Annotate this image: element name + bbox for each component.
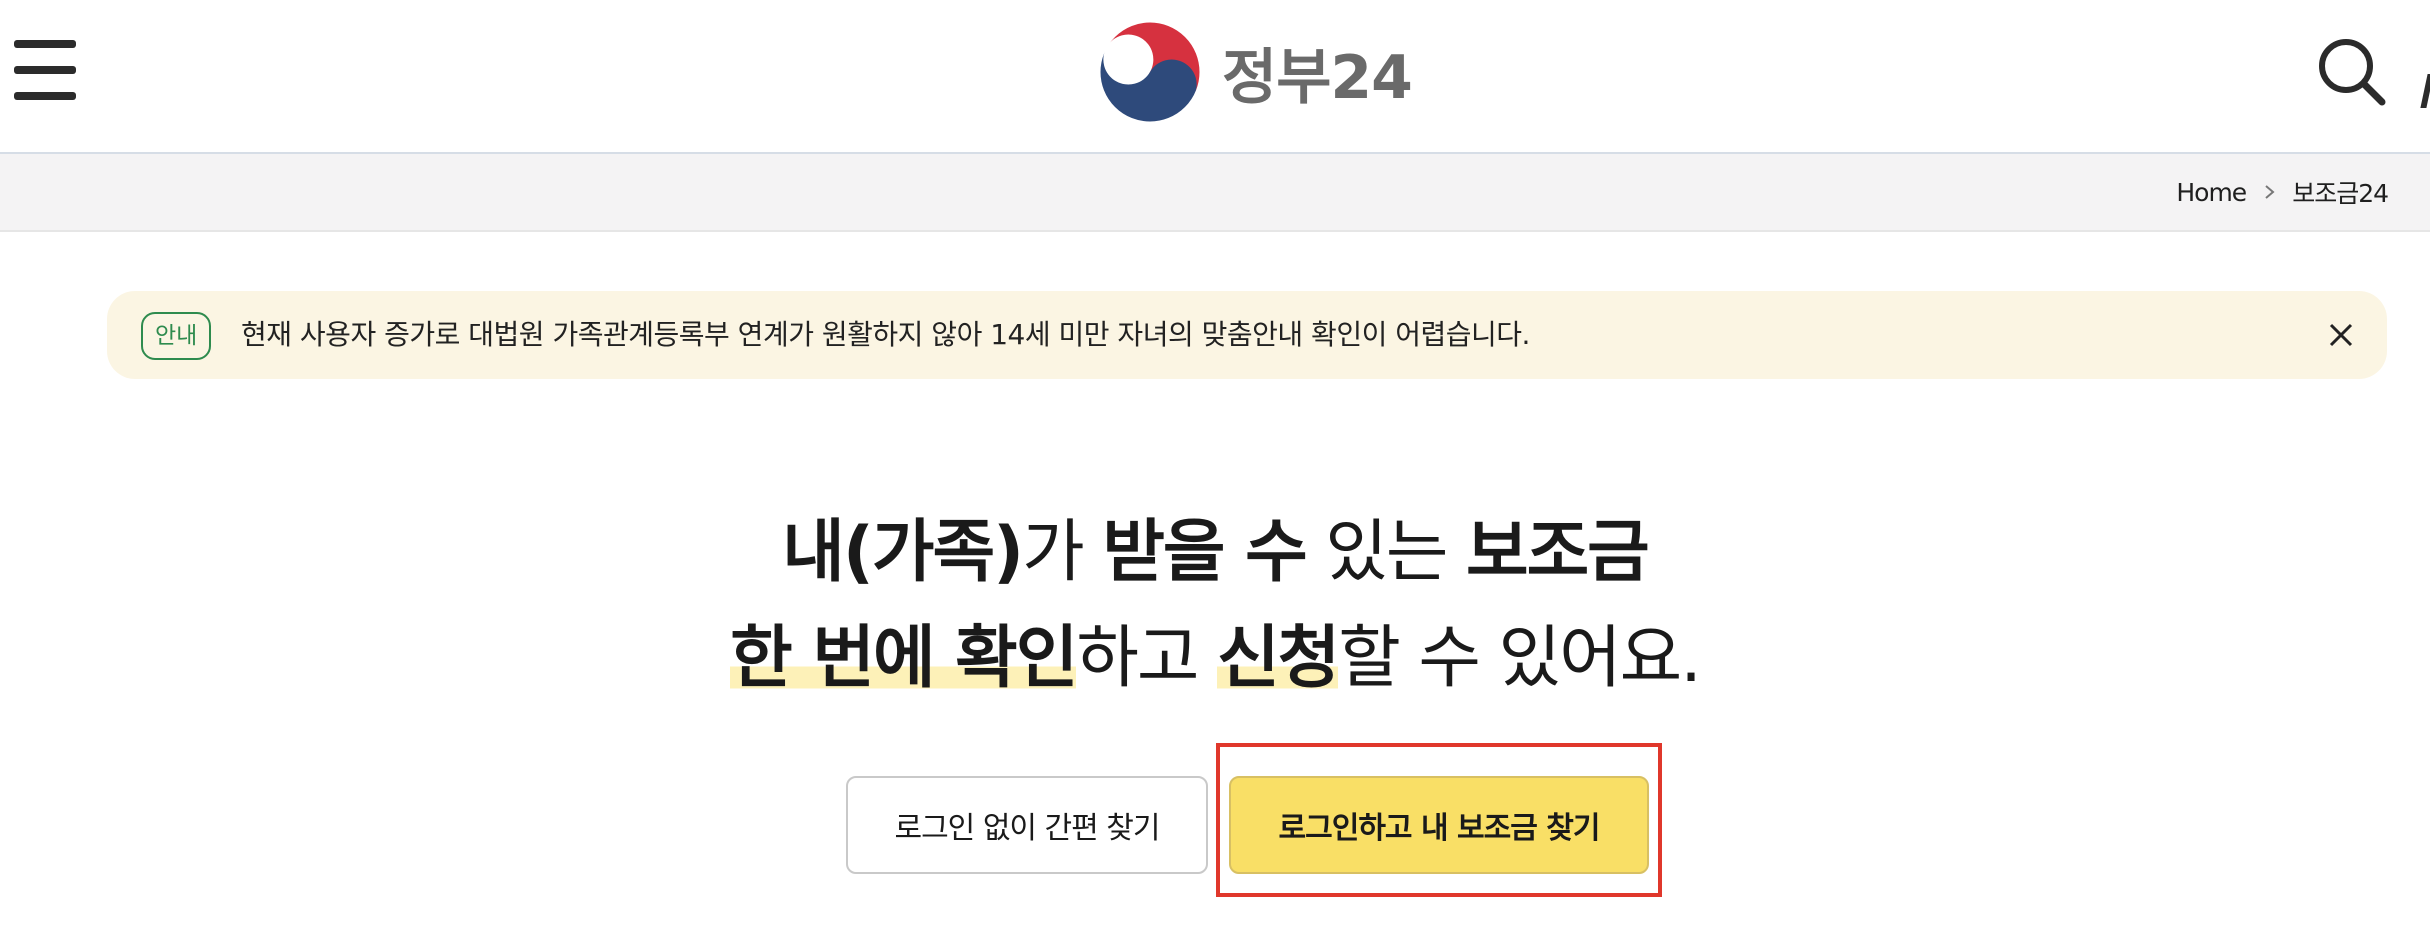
headline-emphasis: 보조금 [1466, 513, 1650, 592]
headline-highlight: 신청 [1217, 619, 1340, 698]
search-icon[interactable] [2316, 36, 2388, 108]
headline-emphasis: 내(가족) [782, 513, 1024, 592]
breadcrumb-home-link[interactable]: Home [2176, 178, 2247, 207]
login-search-button[interactable]: 로그인하고 내 보조금 찾기 [1229, 776, 1649, 874]
headline-text: 있는 [1305, 513, 1467, 592]
headline-line-1: 내(가족)가 받을 수 있는 보조금 [0, 500, 2430, 606]
site-header: 정부24 [0, 0, 2430, 154]
headline-emphasis: 받을 수 [1102, 513, 1307, 592]
gov24-logo[interactable]: 정부24 [1098, 20, 1413, 124]
logo-text: 정부24 [1222, 42, 1413, 113]
breadcrumb-current[interactable]: 보조금24 [2292, 174, 2389, 210]
notice-badge: 안내 [141, 312, 212, 360]
page-headline: 내(가족)가 받을 수 있는 보조금 한 번에 확인하고 신청할 수 있어요. [0, 500, 2430, 712]
breadcrumb: Home 보조금24 [2176, 154, 2389, 230]
headline-text: 가 [1022, 513, 1103, 592]
headline-text: 할 수 있어요. [1338, 619, 1702, 698]
breadcrumb-bar: Home 보조금24 [0, 154, 2430, 232]
taegeuk-emblem-icon [1099, 21, 1201, 123]
hamburger-menu-icon[interactable] [14, 40, 78, 100]
guest-search-button[interactable]: 로그인 없이 간편 찾기 [846, 776, 1208, 874]
close-icon[interactable] [2319, 313, 2363, 357]
headline-highlight: 한 번에 확인 [730, 619, 1078, 698]
notice-text: 현재 사용자 증가로 대법원 가족관계등록부 연계가 원활하지 않아 14세 미… [241, 318, 1530, 351]
cutoff-icon-edge[interactable] [2420, 74, 2430, 108]
headline-line-2: 한 번에 확인하고 신청할 수 있어요. [0, 606, 2430, 712]
headline-text: 하고 [1076, 619, 1218, 698]
chevron-right-icon [2265, 185, 2275, 199]
notice-banner: 안내 현재 사용자 증가로 대법원 가족관계등록부 연계가 원활하지 않아 14… [107, 291, 2387, 379]
